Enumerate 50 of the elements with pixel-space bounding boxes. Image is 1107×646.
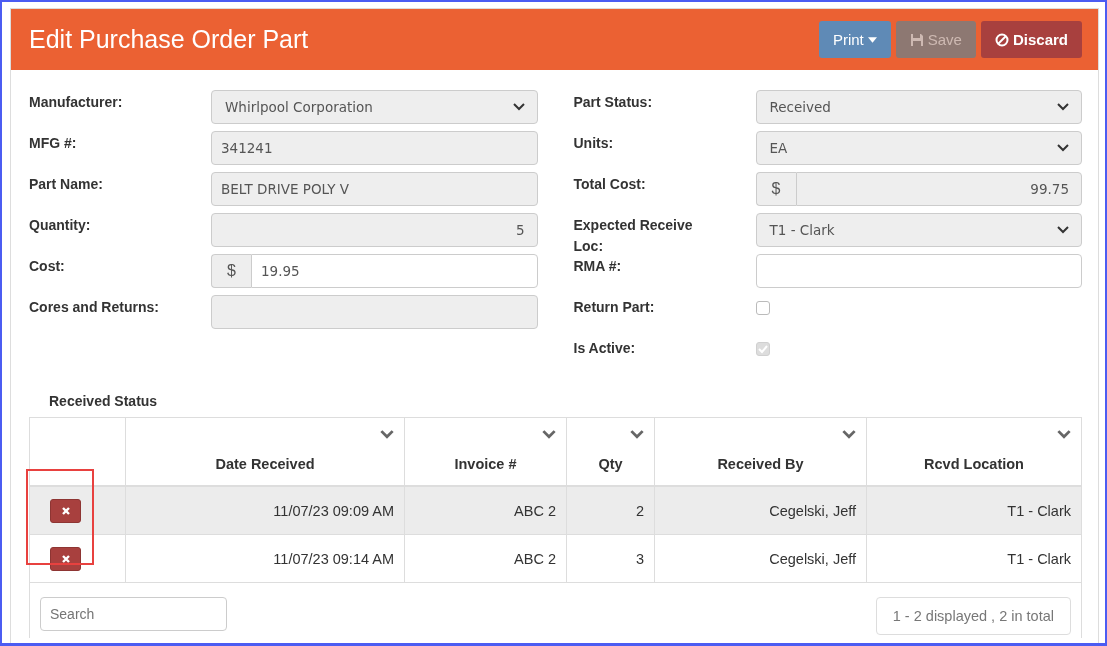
table-cell: T1 - Clark [866, 486, 1081, 535]
delete-button[interactable] [50, 546, 81, 571]
pager-info: 1 - 2 displayed , 2 in total [875, 597, 1071, 635]
field-label: Return Part: [573, 298, 656, 317]
checkbox[interactable] [755, 301, 770, 315]
field-label: Quantity: [29, 216, 92, 235]
discard-button[interactable]: Discard [980, 21, 1082, 58]
close-icon [60, 505, 71, 516]
chevron-down-icon[interactable] [842, 430, 856, 439]
field-label: RMA #: [573, 257, 623, 276]
table-cell: 2 [566, 486, 655, 535]
currency-addon: $ [211, 254, 251, 288]
table-cell: Cegelski, Jeff [654, 534, 867, 583]
chevron-down-icon[interactable] [542, 430, 556, 439]
field-label: Manufacturer: [29, 93, 124, 112]
chevron-down-icon [512, 103, 525, 111]
field-label: Part Name: [29, 175, 104, 194]
table-cell: 3 [566, 534, 655, 583]
chevron-down-icon [1057, 103, 1069, 111]
print-button[interactable]: Print [818, 21, 891, 58]
table-cell: ABC 2 [404, 486, 567, 535]
caret-icon [867, 36, 877, 43]
search-field[interactable]: Search [40, 597, 227, 631]
table-cell: ABC 2 [404, 534, 567, 583]
field-label: Part Status: [573, 93, 654, 112]
table-cell: 11/07/23 09:09 AM [125, 486, 405, 535]
table-cell: Cegelski, Jeff [654, 486, 867, 535]
check-icon [756, 343, 769, 355]
table-cell: 11/07/23 09:14 AM [125, 534, 405, 583]
currency-addon: $ [755, 172, 796, 206]
close-icon [60, 553, 71, 564]
chevron-down-icon[interactable] [1057, 430, 1071, 439]
page-title: Edit Purchase Order Part [29, 25, 309, 54]
ban-icon [994, 32, 1009, 47]
chevron-down-icon[interactable] [630, 430, 644, 439]
input-field[interactable]: 19.95 [251, 254, 538, 288]
field-label: Is Active: [573, 339, 637, 358]
field-label: Cores and Returns: [29, 298, 160, 317]
field-label: Total Cost: [573, 175, 647, 194]
chevron-down-icon[interactable] [380, 430, 394, 439]
section-title: Received Status [49, 393, 158, 409]
chevron-down-icon [1057, 144, 1069, 152]
delete-button[interactable] [50, 498, 81, 523]
input-field[interactable] [755, 254, 1082, 288]
field-label: Cost: [29, 257, 66, 276]
field-label: Expected Receive Loc: [573, 216, 694, 256]
chevron-down-icon [1057, 226, 1069, 234]
table-cell: T1 - Clark [866, 534, 1081, 583]
field-label: MFG #: [29, 134, 78, 153]
field-label: Units: [573, 134, 615, 153]
